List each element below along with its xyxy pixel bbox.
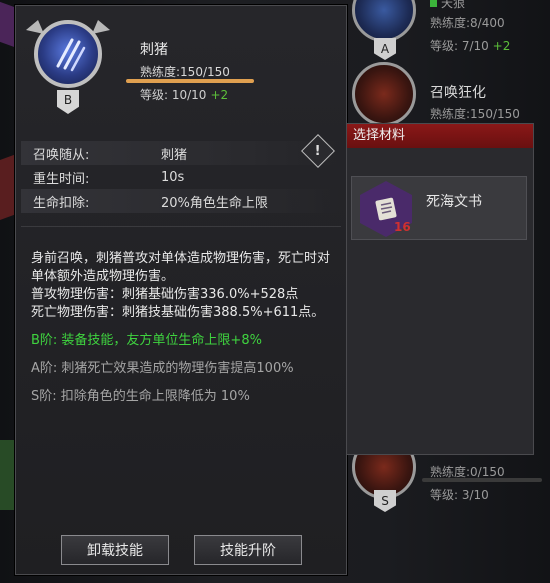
divider [21, 226, 341, 227]
bg-skill-2[interactable]: 召唤狂化 熟练度:150/150 [352, 62, 550, 126]
proficiency-text: 熟练度:8/400 [430, 16, 505, 30]
info-key: 生命扣除: [33, 195, 90, 211]
bg-skill-3[interactable]: S 熟练度:0/150 等级: 3/10 [352, 435, 550, 525]
info-value: 20%角色生命上限 [161, 195, 268, 211]
material-popup-title: 选择材料 [347, 124, 533, 148]
skill-detail-panel: B 刺猪 熟练度:150/150 等级: 10/10 +2 召唤随从: 刺猪 重生… [15, 5, 347, 575]
fist-skill-icon [352, 62, 416, 126]
proficiency-text: 熟练度:150/150 [140, 65, 230, 79]
level-text: 等级: 10/10 +2 [140, 88, 229, 102]
skill-title: 刺猪 [140, 42, 168, 58]
skill-description: 身前召唤，刺猪普攻对单体造成物理伤害，死亡时对单体额外造成物理伤害。 普攻物理伤… [31, 250, 336, 406]
proficiency-bar [422, 478, 542, 482]
info-key: 重生时间: [33, 171, 90, 187]
proficiency-bar [126, 79, 254, 83]
background-gem-red [0, 154, 14, 226]
desc-attack-damage: 普攻物理伤害：刺猪基础伤害336.0%+528点 [31, 287, 299, 302]
info-value: 10s [161, 169, 185, 185]
desc-b-tier: B阶: 装备技能，友方单位生命上限+8% [31, 333, 262, 348]
proficiency-text: 熟练度:150/150 [430, 107, 520, 121]
desc-death-damage: 死亡物理伤害：刺猪技基础伤害388.5%+611点。 [31, 305, 325, 320]
info-table: 召唤随从: 刺猪 重生时间: 10s 生命扣除: 20%角色生命上限 [21, 141, 341, 213]
level-text: 等级: 7/10 +2 [430, 39, 511, 53]
grade-badge: A [374, 38, 396, 60]
material-count: 16 [394, 220, 411, 234]
info-row-summon: 召唤随从: 刺猪 [21, 141, 341, 165]
desc-main: 身前召唤，刺猪普攻对单体造成物理伤害，死亡时对单体额外造成物理伤害。 [31, 251, 331, 284]
wolf-skill-icon [352, 0, 416, 42]
unload-skill-button[interactable]: 卸载技能 [61, 535, 169, 565]
desc-s-tier: S阶: 扣除角色的生命上限降低为 10% [31, 389, 250, 404]
grade-badge: S [374, 490, 396, 512]
desc-a-tier: A阶: 刺猪死亡效果造成的物理伤害提高100% [31, 361, 294, 376]
level-text: 等级: 3/10 [430, 488, 489, 502]
upgrade-skill-button[interactable]: 技能升阶 [194, 535, 302, 565]
bg-skill-1[interactable]: A 天狼 熟练度:8/400 等级: 7/10 +2 [352, 0, 550, 70]
info-row-respawn: 重生时间: 10s [21, 165, 341, 189]
skill-name: 天狼 [430, 0, 465, 11]
info-key: 召唤随从: [33, 147, 90, 163]
background-gem-green [0, 440, 14, 510]
material-popup: 选择材料 16 死海文书 [346, 123, 534, 455]
info-row-hp-cost: 生命扣除: 20%角色生命上限 [21, 189, 341, 213]
grade-badge: B [57, 90, 79, 114]
material-item[interactable]: 16 死海文书 [351, 176, 527, 240]
claw-skill-icon [34, 20, 102, 88]
material-name: 死海文书 [426, 194, 482, 210]
proficiency-fill [126, 79, 254, 83]
skill-name: 召唤狂化 [430, 85, 486, 101]
